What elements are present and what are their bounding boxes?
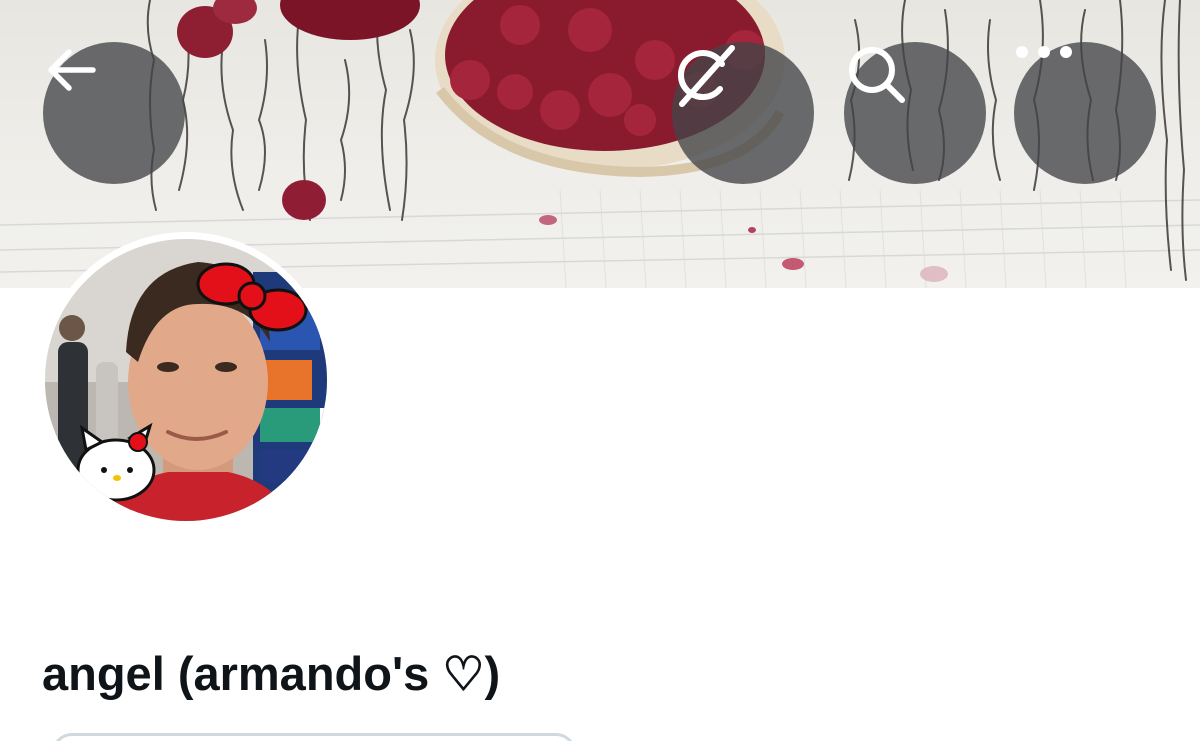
grok-button[interactable] (672, 42, 814, 184)
back-button[interactable] (43, 42, 185, 184)
avatar-photo (38, 232, 334, 528)
more-button[interactable] (1014, 42, 1156, 184)
profile-display-name: angel (armando's ♡) (42, 647, 501, 700)
grok-icon (677, 45, 735, 107)
profile-avatar[interactable] (38, 232, 334, 528)
more-horizontal-icon (1016, 46, 1072, 58)
profile-page: angel (armando's ♡) (0, 0, 1200, 741)
search-icon (849, 47, 905, 103)
arrow-left-icon (48, 49, 96, 91)
search-button[interactable] (844, 42, 986, 184)
profile-action-pill[interactable] (52, 733, 576, 741)
